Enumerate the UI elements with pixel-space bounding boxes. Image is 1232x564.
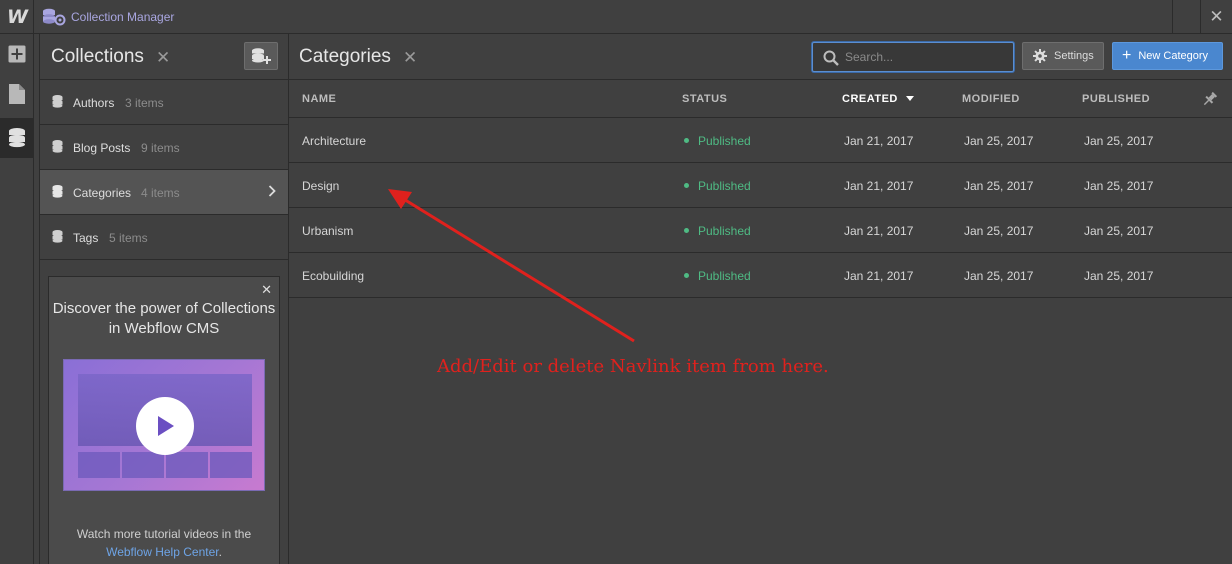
column-name-header[interactable]: NAME bbox=[302, 93, 336, 105]
item-name: Urbanism bbox=[302, 224, 354, 238]
pin-icon[interactable] bbox=[1202, 91, 1218, 107]
new-category-button[interactable]: + New Category bbox=[1112, 42, 1223, 70]
collection-items-view: Categories ✕ Settings + New Categ bbox=[289, 34, 1232, 564]
created-date: Jan 21, 2017 bbox=[844, 179, 914, 193]
database-icon bbox=[52, 140, 63, 153]
collections-panel: Collections ✕ Authors 3 items Blog Posts… bbox=[39, 34, 289, 564]
new-category-label: New Category bbox=[1138, 50, 1209, 62]
plus-icon: + bbox=[1122, 47, 1132, 64]
cms-panel-button[interactable] bbox=[0, 118, 33, 158]
items-header: Categories ✕ Settings + New Categ bbox=[289, 34, 1232, 80]
window-title: Collection Manager bbox=[71, 10, 175, 24]
column-created-header[interactable]: CREATED bbox=[842, 93, 898, 105]
collections-title: Collections bbox=[51, 46, 144, 67]
video-preview-thumb bbox=[166, 452, 208, 478]
logo-mark: W bbox=[7, 6, 28, 28]
collection-name: Tags bbox=[73, 231, 99, 245]
collections-header: Collections ✕ bbox=[40, 34, 288, 80]
created-date: Jan 21, 2017 bbox=[844, 134, 914, 148]
collection-count: 3 items bbox=[125, 96, 164, 110]
gear-icon bbox=[1033, 49, 1047, 63]
database-icon bbox=[8, 128, 25, 148]
play-icon bbox=[158, 416, 174, 436]
status-badge: Published bbox=[684, 224, 751, 238]
column-modified-header[interactable]: MODIFIED bbox=[962, 93, 1020, 105]
top-divider bbox=[1172, 0, 1173, 34]
collection-title: Categories bbox=[299, 46, 391, 67]
left-rail bbox=[0, 34, 34, 564]
close-collections-button[interactable]: ✕ bbox=[156, 48, 170, 68]
pages-panel-button[interactable] bbox=[0, 74, 33, 114]
status-badge: Published bbox=[684, 134, 751, 148]
published-date: Jan 25, 2017 bbox=[1084, 134, 1154, 148]
collection-name: Authors bbox=[73, 96, 115, 110]
database-add-icon bbox=[252, 48, 271, 64]
sort-desc-icon bbox=[906, 96, 914, 101]
help-center-link[interactable]: Webflow Help Center bbox=[106, 545, 219, 559]
published-date: Jan 25, 2017 bbox=[1084, 179, 1154, 193]
tutorial-video-thumbnail[interactable] bbox=[63, 359, 265, 491]
app-window: W Collection Manager ✕ Collections ✕ Aut… bbox=[0, 0, 1232, 564]
collection-name: Blog Posts bbox=[73, 141, 131, 155]
add-collection-button[interactable] bbox=[244, 42, 278, 70]
close-manager-button[interactable]: ✕ bbox=[1200, 0, 1232, 34]
promo-text-end: . bbox=[218, 545, 222, 559]
settings-label: Settings bbox=[1054, 50, 1094, 62]
modified-date: Jan 25, 2017 bbox=[964, 269, 1034, 283]
modified-date: Jan 25, 2017 bbox=[964, 224, 1034, 238]
collection-name: Categories bbox=[73, 186, 132, 200]
collection-count: 4 items bbox=[141, 186, 180, 200]
created-date: Jan 21, 2017 bbox=[844, 224, 914, 238]
play-button[interactable] bbox=[136, 397, 194, 455]
collection-item-categories[interactable]: Categories 4 items bbox=[40, 170, 288, 215]
modified-date: Jan 25, 2017 bbox=[964, 134, 1034, 148]
table-row[interactable]: Urbanism Published Jan 21, 2017 Jan 25, … bbox=[289, 208, 1232, 253]
database-icon bbox=[52, 230, 63, 243]
top-bar: W Collection Manager ✕ bbox=[0, 0, 1232, 34]
database-icon bbox=[52, 95, 63, 108]
search-icon bbox=[823, 50, 839, 66]
search-input[interactable] bbox=[845, 48, 1005, 66]
video-preview-thumb bbox=[122, 452, 164, 478]
collection-settings-button[interactable]: Settings bbox=[1022, 42, 1104, 70]
item-name: Architecture bbox=[302, 134, 367, 148]
status-badge: Published bbox=[684, 179, 751, 193]
promo-title: Discover the power of Collections in Web… bbox=[52, 300, 276, 337]
collection-count: 5 items bbox=[109, 231, 148, 245]
promo-help-text: Watch more tutorial videos in the Webflo… bbox=[49, 525, 279, 561]
database-icon bbox=[52, 185, 63, 198]
collection-item-tags[interactable]: Tags 5 items bbox=[40, 215, 288, 260]
collection-item-authors[interactable]: Authors 3 items bbox=[40, 80, 288, 125]
item-name: Design bbox=[302, 179, 340, 193]
collection-manager-icon bbox=[43, 8, 66, 26]
table-row[interactable]: Design Published Jan 21, 2017 Jan 25, 20… bbox=[289, 163, 1232, 208]
search-box[interactable] bbox=[812, 42, 1014, 72]
close-promo-button[interactable]: ✕ bbox=[261, 282, 272, 298]
close-icon: ✕ bbox=[1209, 7, 1224, 26]
page-icon bbox=[8, 84, 25, 104]
published-date: Jan 25, 2017 bbox=[1084, 269, 1154, 283]
column-published-header[interactable]: PUBLISHED bbox=[1082, 93, 1150, 105]
collection-count: 9 items bbox=[141, 141, 180, 155]
add-panel-button[interactable] bbox=[0, 34, 33, 74]
webflow-logo[interactable]: W bbox=[0, 0, 34, 34]
created-date: Jan 21, 2017 bbox=[844, 269, 914, 283]
promo-text-lead: Watch more tutorial videos in the bbox=[76, 527, 252, 541]
column-status-header[interactable]: STATUS bbox=[682, 93, 727, 105]
annotation-text: Add/Edit or delete Navlink item from her… bbox=[437, 356, 829, 377]
close-collection-button[interactable]: ✕ bbox=[403, 48, 417, 68]
video-preview-thumb bbox=[78, 452, 120, 478]
table-row[interactable]: Architecture Published Jan 21, 2017 Jan … bbox=[289, 118, 1232, 163]
chevron-right-icon bbox=[268, 185, 276, 197]
tutorial-promo-card: ✕ Discover the power of Collections in W… bbox=[48, 276, 280, 564]
modified-date: Jan 25, 2017 bbox=[964, 179, 1034, 193]
published-date: Jan 25, 2017 bbox=[1084, 224, 1154, 238]
table-header: NAME STATUS CREATED MODIFIED PUBLISHED bbox=[289, 80, 1232, 118]
item-name: Ecobuilding bbox=[302, 269, 365, 283]
video-preview-thumb bbox=[210, 452, 252, 478]
table-row[interactable]: Ecobuilding Published Jan 21, 2017 Jan 2… bbox=[289, 253, 1232, 298]
collection-item-blog-posts[interactable]: Blog Posts 9 items bbox=[40, 125, 288, 170]
status-badge: Published bbox=[684, 269, 751, 283]
plus-square-icon bbox=[8, 45, 25, 63]
